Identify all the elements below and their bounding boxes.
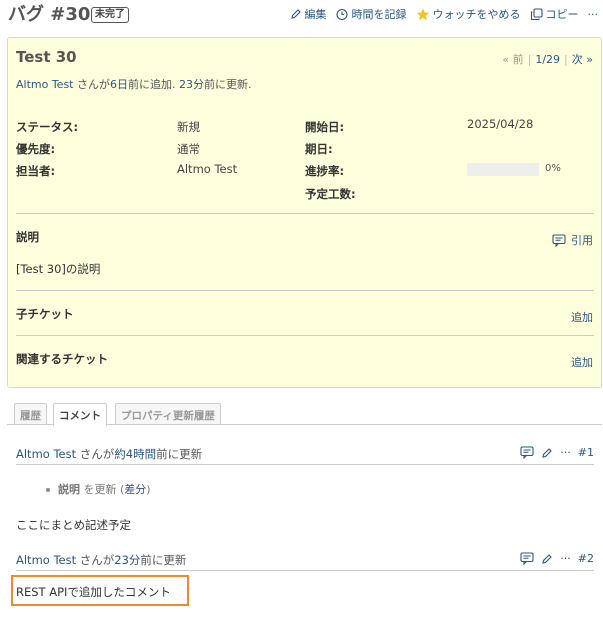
journal-actions: ··· #2 [513, 552, 594, 565]
edit-comment-icon[interactable] [541, 553, 553, 565]
journal-ago-link[interactable]: 23分 [114, 553, 140, 567]
priority-label: 優先度: [16, 142, 56, 156]
priority-value: 通常 [177, 142, 200, 156]
done-ratio-value: 0% [545, 163, 561, 174]
author-link[interactable]: Altmo Test [16, 78, 74, 91]
journal-number-link[interactable]: #1 [578, 446, 594, 459]
journal-more-icon[interactable]: ··· [560, 446, 571, 459]
done-ratio-label: 進捗率: [305, 164, 345, 178]
journal-entry: Altmo Test さんが約4時間前に更新 ··· #1 説明 を更新 (差分… [10, 446, 598, 536]
next-issue-link[interactable]: 次 » [572, 53, 593, 66]
log-time-label: 時間を記録 [351, 8, 407, 21]
quote-label: 引用 [571, 234, 593, 247]
status-label: ステータス: [16, 120, 79, 134]
comment-icon [552, 233, 566, 247]
divider [16, 335, 594, 336]
divider [16, 290, 594, 291]
ellipsis-icon: ··· [587, 7, 599, 21]
edit-button[interactable]: 編集 [290, 6, 327, 22]
journal-mid-text: さんが [76, 447, 115, 461]
journal-divider [16, 464, 594, 465]
relations-title: 関連するチケット [16, 352, 108, 366]
journal-divider [16, 570, 594, 571]
log-time-button[interactable]: 時間を記録 [335, 6, 407, 22]
issue-author-line: Altmo Test さんが6日前に追加. 23分前に更新. [16, 76, 252, 92]
journal-detail: 説明 を更新 (差分) [46, 481, 151, 497]
start-date-label: 開始日: [305, 120, 345, 134]
edit-label: 編集 [304, 8, 327, 21]
journal-actions: ··· #1 [513, 446, 594, 459]
journal-author-link[interactable]: Altmo Test [16, 553, 76, 567]
quote-button[interactable]: 引用 [552, 232, 593, 248]
detail-text: を更新 ( [80, 483, 125, 496]
quote-comment-icon[interactable] [520, 446, 534, 459]
due-date-label: 期日: [305, 142, 333, 156]
estimated-hours-label: 予定工数: [305, 187, 356, 201]
add-subtask-link[interactable]: 追加 [571, 309, 593, 325]
journal-author-link[interactable]: Altmo Test [16, 447, 76, 461]
journal-suffix: 前に更新 [156, 447, 203, 461]
highlight-box [11, 575, 189, 606]
issue-position-link[interactable]: 1/29 [535, 53, 560, 66]
copy-icon [530, 7, 543, 20]
detail-field: 説明 [58, 483, 80, 496]
start-date-value: 2025/04/28 [467, 117, 534, 131]
detail-end: ) [146, 483, 151, 496]
subtasks-title: 子チケット [16, 307, 74, 321]
journal-ago-link[interactable]: 約4時間 [114, 447, 156, 461]
updated-suffix: 前に更新. [204, 78, 252, 91]
edit-comment-icon[interactable] [541, 447, 553, 459]
unwatch-label: ウォッチをやめる [432, 8, 521, 21]
author-mid-text: さんが [73, 78, 110, 91]
copy-label: コピー [545, 8, 579, 21]
journal-suffix: 前に更新 [140, 553, 187, 567]
star-icon [416, 8, 429, 20]
issue-pager: « 前 | 1/29 | 次 » [502, 53, 593, 66]
page-title: バグ #30 [8, 4, 91, 25]
issue-subject: Test 30 [16, 48, 77, 66]
progress-bar [467, 163, 539, 176]
divider [16, 213, 594, 214]
journal-header: Altmo Test さんが約4時間前に更新 [16, 446, 202, 462]
tab-comments[interactable]: コメント [53, 403, 107, 426]
prev-issue-link[interactable]: « 前 [502, 53, 523, 66]
issue-details: Test 30 « 前 | 1/29 | 次 » Altmo Test さんが6日前に追… [7, 37, 602, 388]
journal-note: ここにまとめ記述予定 [16, 518, 131, 532]
tab-history[interactable]: 履歴 [14, 403, 47, 425]
clock-plus-icon [335, 8, 348, 20]
added-suffix: 前に追加. [128, 78, 176, 91]
assignee-label: 担当者: [16, 164, 56, 178]
description-text: [Test 30]の説明 [16, 262, 101, 276]
contextual-actions: 編集 時間を記録 ウォッチをやめる コピー ··· [281, 6, 599, 22]
diff-link[interactable]: 差分 [124, 483, 146, 496]
pencil-icon [290, 9, 301, 19]
updated-ago-link[interactable]: 23分 [179, 78, 204, 91]
description-title: 説明 [16, 230, 39, 244]
added-ago-link[interactable]: 6日 [110, 78, 128, 91]
assignee-link[interactable]: Altmo Test [177, 162, 237, 176]
journal-more-icon[interactable]: ··· [560, 552, 571, 565]
more-actions-button[interactable]: ··· [588, 8, 599, 21]
tab-property-changes[interactable]: プロパティ更新履歴 [115, 403, 221, 425]
status-badge: 未完了 [91, 7, 129, 23]
add-relation-link[interactable]: 追加 [571, 354, 593, 370]
journal-header: Altmo Test さんが23分前に更新 [16, 552, 186, 568]
unwatch-button[interactable]: ウォッチをやめる [416, 6, 521, 22]
status-value: 新規 [177, 120, 200, 134]
issue-header: バグ #30 未完了 編集 時間を記録 ウォッチをやめる コピー ··· [8, 4, 598, 28]
quote-comment-icon[interactable] [520, 552, 534, 565]
history-tabs: 履歴 コメント プロパティ更新履歴 [0, 403, 603, 426]
journal-mid-text: さんが [76, 553, 115, 567]
copy-button[interactable]: コピー [530, 6, 579, 22]
journal-number-link[interactable]: #2 [578, 552, 594, 565]
